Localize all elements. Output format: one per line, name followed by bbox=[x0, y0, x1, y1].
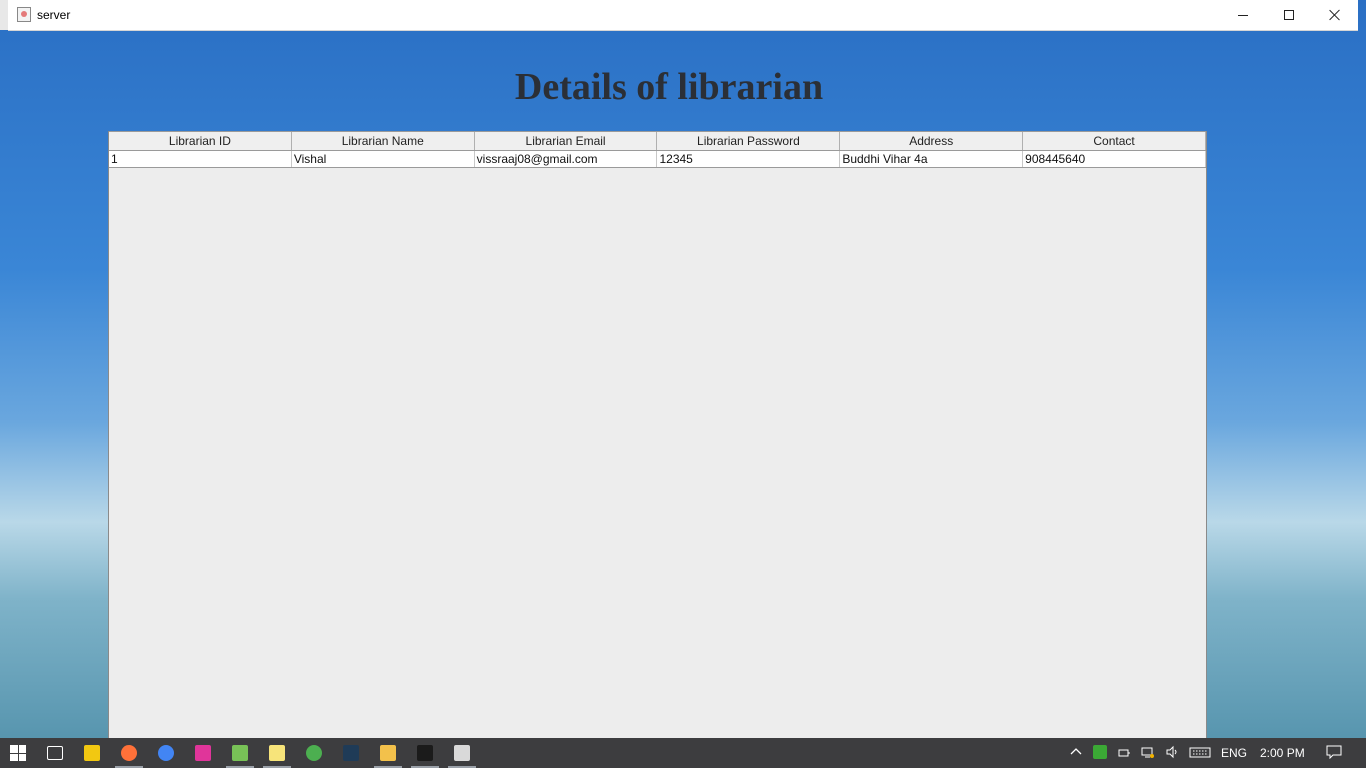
cell-librarian-email[interactable]: vissraaj08@gmail.com bbox=[475, 151, 658, 167]
cell-librarian-password[interactable]: 12345 bbox=[657, 151, 841, 167]
keyboard-icon[interactable] bbox=[1189, 745, 1211, 759]
cell-librarian-id[interactable]: 1 bbox=[109, 151, 292, 167]
android-studio-icon bbox=[232, 745, 248, 761]
volume-icon[interactable] bbox=[1165, 745, 1179, 759]
app-pink-icon bbox=[195, 745, 211, 761]
taskbar-task-view-button[interactable] bbox=[37, 738, 73, 768]
action-center-icon[interactable] bbox=[1326, 745, 1342, 760]
window-content: Details of librarian Librarian ID Librar… bbox=[8, 31, 1358, 738]
taskbar-android-studio-button[interactable] bbox=[222, 738, 258, 768]
cell-address[interactable]: Buddhi Vihar 4a bbox=[840, 151, 1024, 167]
window-title: server bbox=[37, 8, 71, 22]
taskbar-app-pink-button[interactable] bbox=[185, 738, 221, 768]
close-button[interactable] bbox=[1312, 0, 1358, 30]
column-header-librarian-id[interactable]: Librarian ID bbox=[109, 132, 292, 150]
column-header-contact[interactable]: Contact bbox=[1023, 132, 1206, 150]
page-heading: Details of librarian bbox=[514, 66, 824, 108]
minimize-icon bbox=[1238, 14, 1248, 16]
cell-librarian-name[interactable]: Vishal bbox=[292, 151, 475, 167]
command-prompt-icon bbox=[417, 745, 433, 761]
server-window: server Details of librarian Librarian ID… bbox=[8, 0, 1358, 738]
eclipse-icon bbox=[306, 745, 322, 761]
taskbar-file-explorer-button[interactable] bbox=[370, 738, 406, 768]
tray-app-green-icon[interactable] bbox=[1093, 745, 1107, 759]
taskbar: ENG 2:00 PM bbox=[0, 738, 1366, 768]
librarian-table-scrollpane[interactable]: Librarian ID Librarian Name Librarian Em… bbox=[108, 131, 1207, 738]
column-header-address[interactable]: Address bbox=[840, 132, 1024, 150]
taskbar-java-button[interactable] bbox=[444, 738, 480, 768]
app-dark-icon bbox=[343, 745, 359, 761]
taskbar-notepad-button[interactable] bbox=[259, 738, 295, 768]
power-plug-icon[interactable] bbox=[1117, 745, 1131, 759]
maximize-button[interactable] bbox=[1266, 0, 1312, 30]
notepad-icon bbox=[269, 745, 285, 761]
maximize-icon bbox=[1284, 10, 1294, 20]
java-app-icon bbox=[17, 7, 31, 22]
close-icon bbox=[1329, 9, 1341, 21]
taskbar-chrome-button[interactable] bbox=[148, 738, 184, 768]
taskbar-firefox-button[interactable] bbox=[111, 738, 147, 768]
minimize-button[interactable] bbox=[1220, 0, 1266, 30]
taskbar-eclipse-button[interactable] bbox=[296, 738, 332, 768]
chevron-up-icon[interactable] bbox=[1069, 745, 1083, 759]
taskbar-command-prompt-button[interactable] bbox=[407, 738, 443, 768]
column-header-librarian-password[interactable]: Librarian Password bbox=[657, 132, 841, 150]
language-indicator[interactable]: ENG bbox=[1221, 746, 1247, 760]
task-view-icon bbox=[47, 746, 63, 760]
start-button[interactable] bbox=[0, 738, 36, 768]
cell-contact[interactable]: 908445640 bbox=[1023, 151, 1206, 167]
chrome-icon bbox=[158, 745, 174, 761]
firefox-icon bbox=[121, 745, 137, 761]
sticky-notes-icon bbox=[84, 745, 100, 761]
java-icon bbox=[454, 745, 470, 761]
column-header-librarian-name[interactable]: Librarian Name bbox=[292, 132, 475, 150]
table-header: Librarian ID Librarian Name Librarian Em… bbox=[109, 131, 1206, 151]
title-bar[interactable]: server bbox=[8, 0, 1358, 31]
clock[interactable]: 2:00 PM bbox=[1260, 746, 1305, 760]
column-header-librarian-email[interactable]: Librarian Email bbox=[475, 132, 658, 150]
file-explorer-icon bbox=[380, 745, 396, 761]
windows-logo-icon bbox=[10, 745, 26, 761]
network-icon[interactable] bbox=[1141, 745, 1155, 759]
taskbar-app-dark-button[interactable] bbox=[333, 738, 369, 768]
taskbar-sticky-notes-button[interactable] bbox=[74, 738, 110, 768]
table-row[interactable]: 1 Vishal vissraaj08@gmail.com 12345 Budd… bbox=[109, 151, 1206, 168]
